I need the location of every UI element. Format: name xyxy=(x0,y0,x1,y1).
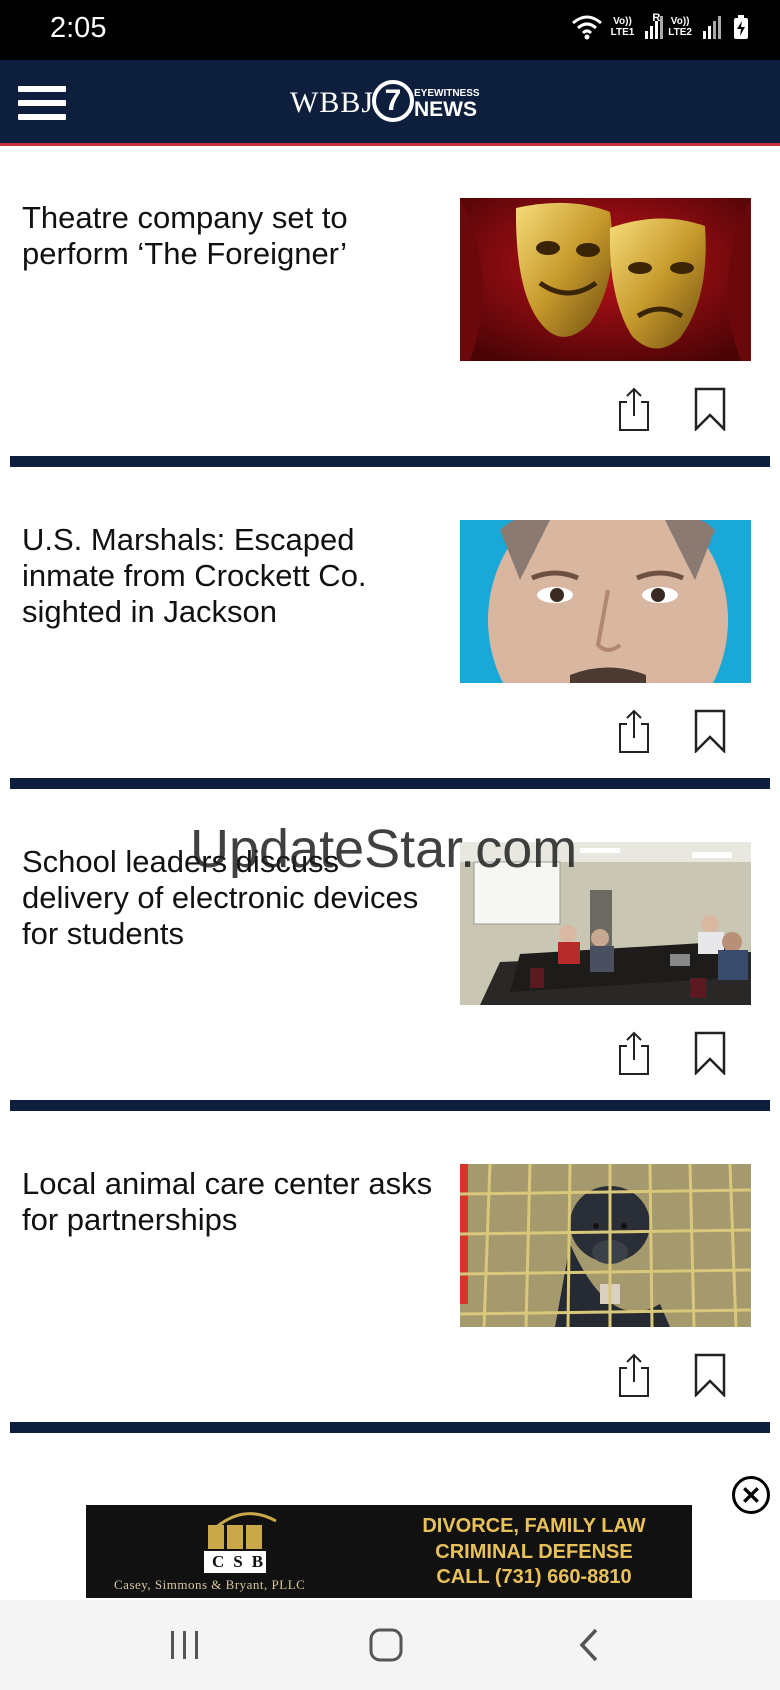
article-card[interactable]: Theatre company set to perform ‘The Fore… xyxy=(0,148,780,470)
ad-line-2: CRIMINAL DEFENSE xyxy=(435,1541,633,1563)
theatre-masks-image xyxy=(460,198,751,361)
bookmark-icon[interactable] xyxy=(693,709,727,753)
logo-seven: 7 xyxy=(372,80,414,122)
hamburger-menu-icon[interactable] xyxy=(18,84,66,122)
wbbj-logo[interactable]: WBBJ 7 EYEWITNESS NEWS xyxy=(290,78,490,126)
bookmark-icon[interactable] xyxy=(693,1353,727,1397)
sim2-label: Vo)) LTE2 xyxy=(668,16,692,38)
article-thumbnail[interactable] xyxy=(460,520,751,683)
battery-charging-icon xyxy=(734,15,748,39)
back-icon[interactable] xyxy=(560,1622,620,1668)
status-bar: 2:05 Vo)) LTE1 R Vo)) LTE2 xyxy=(0,0,780,60)
share-icon[interactable] xyxy=(616,386,652,432)
article-title[interactable]: Local animal care center asks for partne… xyxy=(22,1166,452,1238)
sim1-label: Vo)) LTE1 xyxy=(610,16,635,38)
share-icon[interactable] xyxy=(616,1352,652,1398)
article-title[interactable]: Theatre company set to perform ‘The Fore… xyxy=(22,200,452,272)
ad-banner[interactable]: CSB Casey, Simmons & Bryant, PLLC DIVORC… xyxy=(86,1505,692,1598)
ad-line-1: DIVORCE, FAMILY LAW xyxy=(422,1515,646,1537)
article-divider xyxy=(10,778,770,789)
bookmark-icon[interactable] xyxy=(693,1031,727,1075)
article-thumbnail[interactable] xyxy=(460,1164,751,1327)
article-divider xyxy=(10,456,770,467)
logo-news: NEWS xyxy=(414,98,477,121)
status-icons: Vo)) LTE1 R Vo)) LTE2 xyxy=(571,12,750,40)
article-divider xyxy=(10,1422,770,1433)
share-icon[interactable] xyxy=(616,1030,652,1076)
share-icon[interactable] xyxy=(616,708,652,754)
close-icon[interactable] xyxy=(732,1476,770,1514)
dog-kennel-image xyxy=(460,1164,751,1327)
home-icon[interactable] xyxy=(356,1622,416,1668)
mugshot-image xyxy=(460,520,751,683)
article-card[interactable]: Local animal care center asks for partne… xyxy=(0,1114,780,1436)
system-nav-bar xyxy=(0,1600,780,1690)
article-divider xyxy=(10,1100,770,1111)
logo-text: WBBJ xyxy=(290,86,375,119)
wifi-icon xyxy=(571,15,602,40)
article-thumbnail[interactable] xyxy=(460,198,751,361)
roaming-label: R xyxy=(652,12,661,24)
status-time: 2:05 xyxy=(50,12,107,44)
watermark: UpdateStar.com xyxy=(190,819,578,879)
article-title[interactable]: U.S. Marshals: Escaped inmate from Crock… xyxy=(22,522,452,630)
ad-logo-letters: CSB xyxy=(212,1552,273,1571)
bookmark-icon[interactable] xyxy=(693,387,727,431)
article-card[interactable]: U.S. Marshals: Escaped inmate from Crock… xyxy=(0,470,780,792)
recent-apps-icon[interactable] xyxy=(154,1622,214,1668)
ad-firm-name: Casey, Simmons & Bryant, PLLC xyxy=(114,1577,306,1592)
signal-icon xyxy=(703,16,721,39)
ad-line-3: CALL (731) 660-8810 xyxy=(436,1566,632,1588)
app-header: WBBJ 7 EYEWITNESS NEWS xyxy=(0,60,780,146)
